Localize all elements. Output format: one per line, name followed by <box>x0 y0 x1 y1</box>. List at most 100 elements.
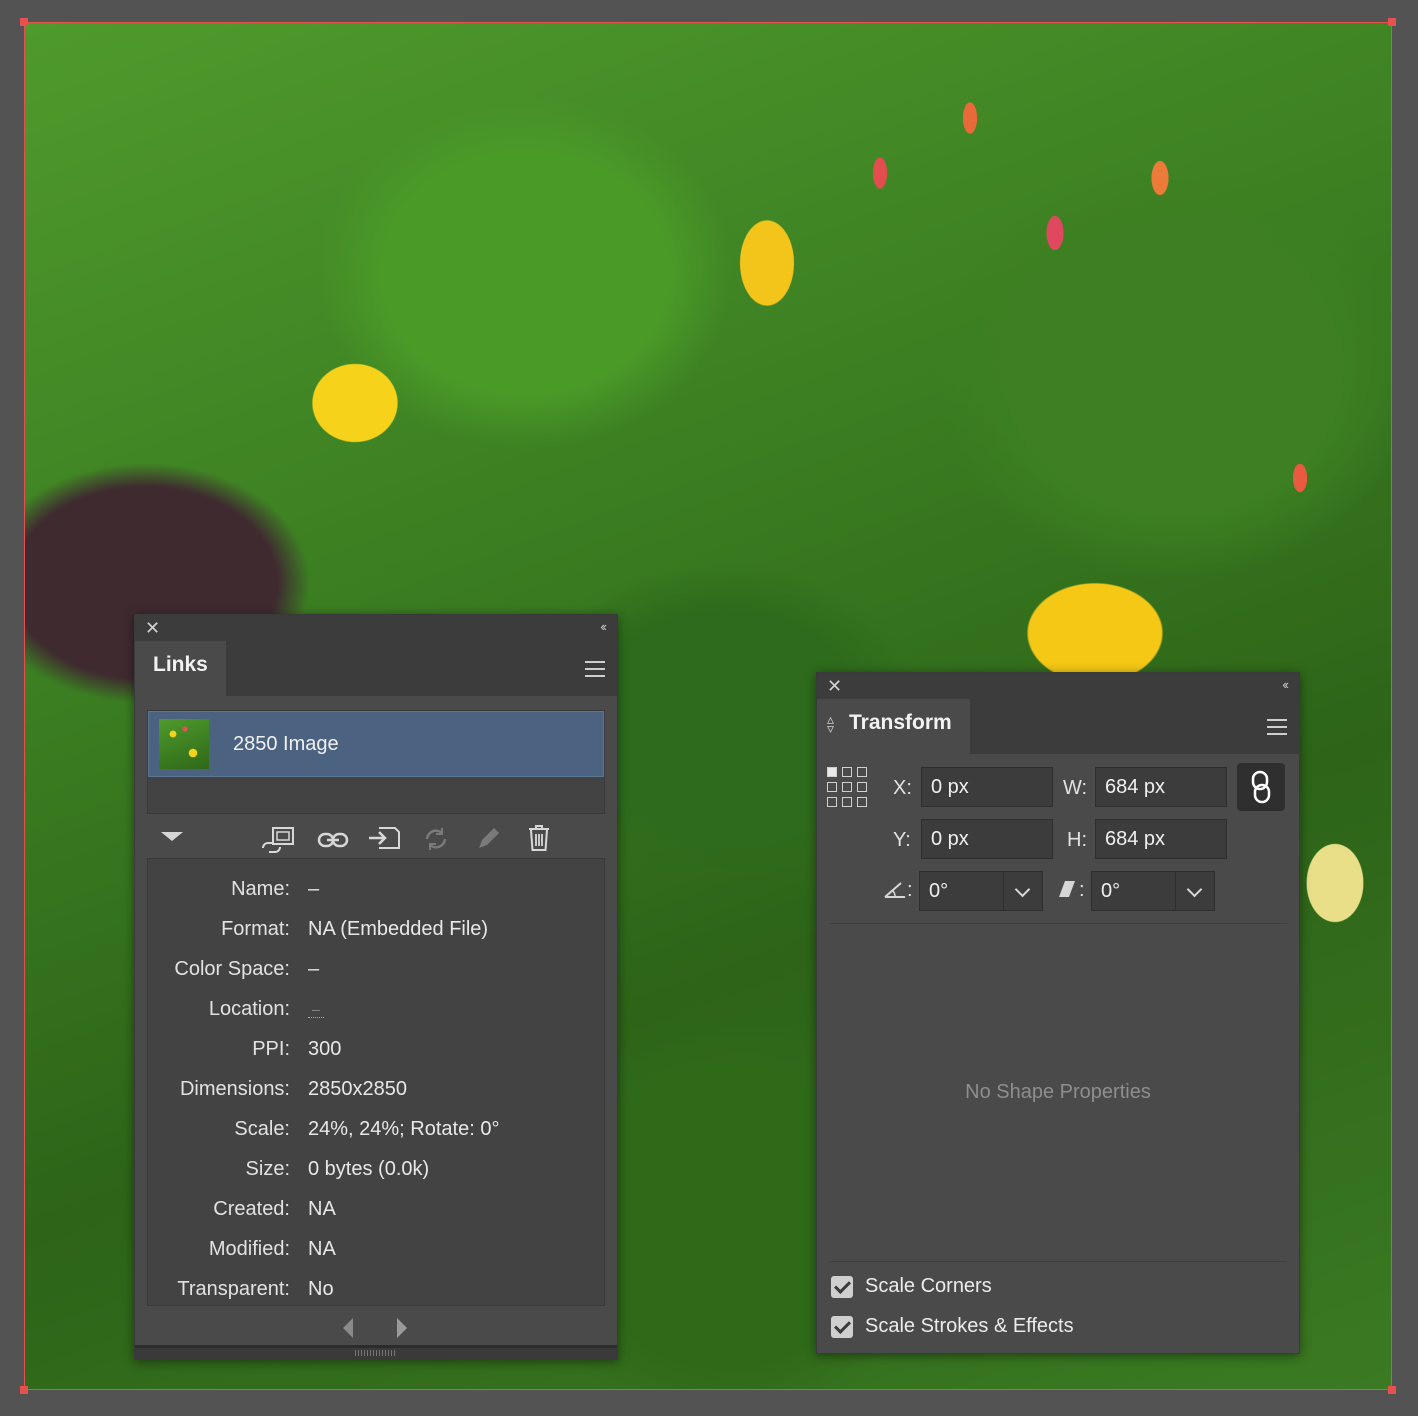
info-label: Name: <box>231 877 290 900</box>
info-label: Dimensions: <box>179 1077 290 1100</box>
info-row-location: Location: – <box>148 989 604 1029</box>
chevron-down-icon <box>1014 881 1031 898</box>
tab-links[interactable]: Links <box>135 641 226 696</box>
divider <box>829 1261 1287 1262</box>
info-label: Scale: <box>234 1117 290 1140</box>
panel-menu-icon[interactable] <box>585 661 605 682</box>
show-link-info-toggle[interactable] <box>161 832 183 841</box>
scale-strokes-checkbox[interactable]: Scale Strokes & Effects <box>831 1315 1074 1338</box>
x-input[interactable]: 0 px <box>921 767 1053 807</box>
list-item[interactable]: 2850 Image <box>148 711 604 777</box>
collapse-icon[interactable]: ‹‹ <box>1282 677 1289 692</box>
artboard-corner-handle[interactable] <box>1388 18 1396 26</box>
panel-tab-bar: ▵ ▿ Transform <box>817 699 1299 754</box>
info-row-name: Name: – <box>148 869 604 909</box>
links-navigation <box>135 1306 617 1346</box>
y-label: Y: <box>893 829 911 851</box>
info-value: 0 bytes (0.0k) <box>308 1157 430 1180</box>
info-value: 24%, 24%; Rotate: 0° <box>308 1117 500 1140</box>
location-link[interactable]: – <box>308 1001 324 1018</box>
info-row-color-space: Color Space: – <box>148 949 604 989</box>
checkbox-checked[interactable] <box>831 1275 853 1298</box>
shear-icon <box>1059 881 1075 897</box>
info-value: 2850x2850 <box>308 1077 407 1100</box>
info-label: Created: <box>213 1197 290 1220</box>
link-name: 2850 Image <box>233 732 339 755</box>
updown-arrows-icon[interactable]: ▵ ▿ <box>827 712 834 735</box>
info-value: No <box>308 1277 334 1300</box>
close-icon[interactable]: ✕ <box>145 618 160 638</box>
height-input[interactable]: 684 px <box>1095 819 1227 859</box>
next-link-icon[interactable] <box>397 1318 407 1338</box>
panel-title-bar[interactable]: ✕ ‹‹ <box>817 673 1299 699</box>
info-row-modified: Modified: NA <box>148 1229 604 1269</box>
info-row-scale: Scale: 24%, 24%; Rotate: 0° <box>148 1109 604 1149</box>
info-label: Transparent: <box>177 1277 290 1300</box>
shear-label: : <box>1079 879 1085 901</box>
rotate-input[interactable]: 0° <box>919 871 1005 911</box>
shear-input[interactable]: 0° <box>1091 871 1177 911</box>
relink-icon[interactable] <box>317 828 349 852</box>
y-input[interactable]: 0 px <box>921 819 1053 859</box>
info-value: – <box>308 957 320 980</box>
resize-grip-icon[interactable] <box>355 1350 395 1356</box>
artboard-corner-handle[interactable] <box>20 1386 28 1394</box>
info-value: NA <box>308 1197 336 1220</box>
info-label: Format: <box>221 917 290 940</box>
links-list: 2850 Image <box>147 710 605 814</box>
constrain-proportions-button[interactable] <box>1237 763 1285 811</box>
link-thumbnail <box>159 719 209 769</box>
info-row-ppi: PPI: 300 <box>148 1029 604 1069</box>
link-chain-icon <box>1251 770 1271 804</box>
previous-link-icon[interactable] <box>343 1318 353 1338</box>
chevron-down-icon <box>1186 881 1203 898</box>
h-label: H: <box>1067 829 1087 851</box>
link-info-section: Name: – Format: NA (Embedded File) Color… <box>147 858 605 1306</box>
tab-transform[interactable]: ▵ ▿ Transform <box>817 699 970 754</box>
checkbox-checked[interactable] <box>831 1315 853 1338</box>
scale-strokes-label: Scale Strokes & Effects <box>865 1315 1074 1337</box>
panel-menu-icon[interactable] <box>1267 719 1287 740</box>
artboard-corner-handle[interactable] <box>20 18 28 26</box>
rotate-angle-icon <box>884 882 905 898</box>
panel-resize-bar[interactable] <box>135 1345 617 1359</box>
rotate-dropdown[interactable] <box>1003 871 1043 911</box>
reference-point-icon[interactable] <box>827 767 867 807</box>
no-shape-properties-text: No Shape Properties <box>965 1081 1151 1103</box>
links-toolbar <box>135 818 617 858</box>
tab-label: Transform <box>849 711 952 734</box>
info-label: PPI: <box>252 1037 290 1060</box>
links-panel: ✕ ‹‹ Links 2850 Image Name: – Format: NA… <box>134 614 618 1360</box>
scale-corners-label: Scale Corners <box>865 1275 992 1297</box>
info-label: Modified: <box>208 1237 290 1260</box>
info-label: Color Space: <box>174 957 290 980</box>
artboard-corner-handle[interactable] <box>1388 1386 1396 1394</box>
w-label: W: <box>1063 777 1088 799</box>
info-label: Location: <box>208 997 290 1020</box>
info-row-format: Format: NA (Embedded File) <box>148 909 604 949</box>
info-label: Size: <box>245 1157 290 1180</box>
info-value: – <box>308 877 320 900</box>
width-input[interactable]: 684 px <box>1095 767 1227 807</box>
divider <box>829 923 1287 924</box>
update-link-icon <box>425 828 447 850</box>
info-value: 300 <box>308 1037 342 1060</box>
edit-original-icon <box>479 828 499 848</box>
panel-tab-bar: Links <box>135 641 617 696</box>
scale-corners-checkbox[interactable]: Scale Corners <box>831 1275 992 1298</box>
shear-dropdown[interactable] <box>1175 871 1215 911</box>
info-row-transparent: Transparent: No <box>148 1269 604 1309</box>
info-row-dimensions: Dimensions: 2850x2850 <box>148 1069 604 1109</box>
close-icon[interactable]: ✕ <box>827 676 842 696</box>
collapse-icon[interactable]: ‹‹ <box>600 619 607 634</box>
delete-icon[interactable] <box>527 824 551 852</box>
relink-from-libraries-icon[interactable] <box>259 826 297 854</box>
rotate-label: : <box>907 879 913 901</box>
info-value: NA <box>308 1237 336 1260</box>
info-row-size: Size: 0 bytes (0.0k) <box>148 1149 604 1189</box>
go-to-link-icon[interactable] <box>367 824 401 852</box>
x-label: X: <box>893 777 912 799</box>
panel-title-bar[interactable]: ✕ ‹‹ <box>135 615 617 641</box>
info-value: NA (Embedded File) <box>308 917 489 940</box>
info-row-created: Created: NA <box>148 1189 604 1229</box>
